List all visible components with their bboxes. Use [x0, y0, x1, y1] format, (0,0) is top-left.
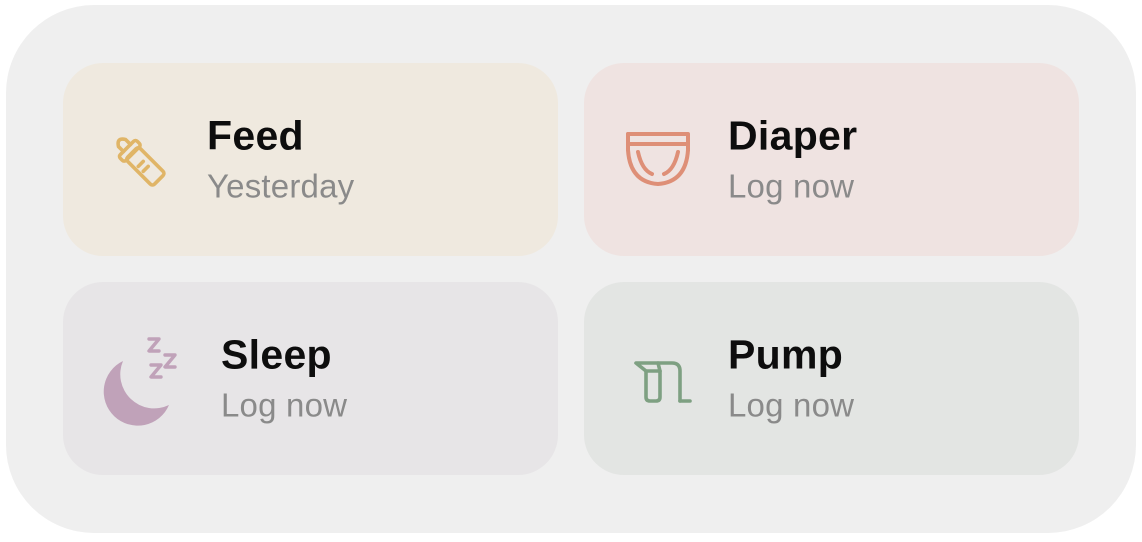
sleep-tile[interactable]: Sleep Log now [63, 282, 558, 475]
pump-title: Pump [728, 331, 844, 377]
feed-tile[interactable]: Feed Yesterday [63, 63, 558, 256]
diaper-status: Log now [728, 167, 855, 204]
baby-bottle-icon [103, 124, 175, 196]
feed-status: Yesterday [207, 167, 355, 204]
moon-zzz-icon [103, 331, 187, 427]
feed-title: Feed [207, 112, 304, 158]
sleep-title: Sleep [221, 331, 332, 377]
pump-status: Log now [728, 386, 855, 423]
breast-pump-icon [632, 345, 700, 413]
pump-tile[interactable]: Pump Log now [584, 282, 1079, 475]
sleep-status: Log now [221, 386, 348, 423]
diaper-title: Diaper [728, 112, 858, 158]
diaper-tile[interactable]: Diaper Log now [584, 63, 1079, 256]
diaper-icon [622, 124, 694, 196]
quick-log-widget: Feed Yesterday Diaper Log now Sleep Log … [6, 5, 1136, 533]
